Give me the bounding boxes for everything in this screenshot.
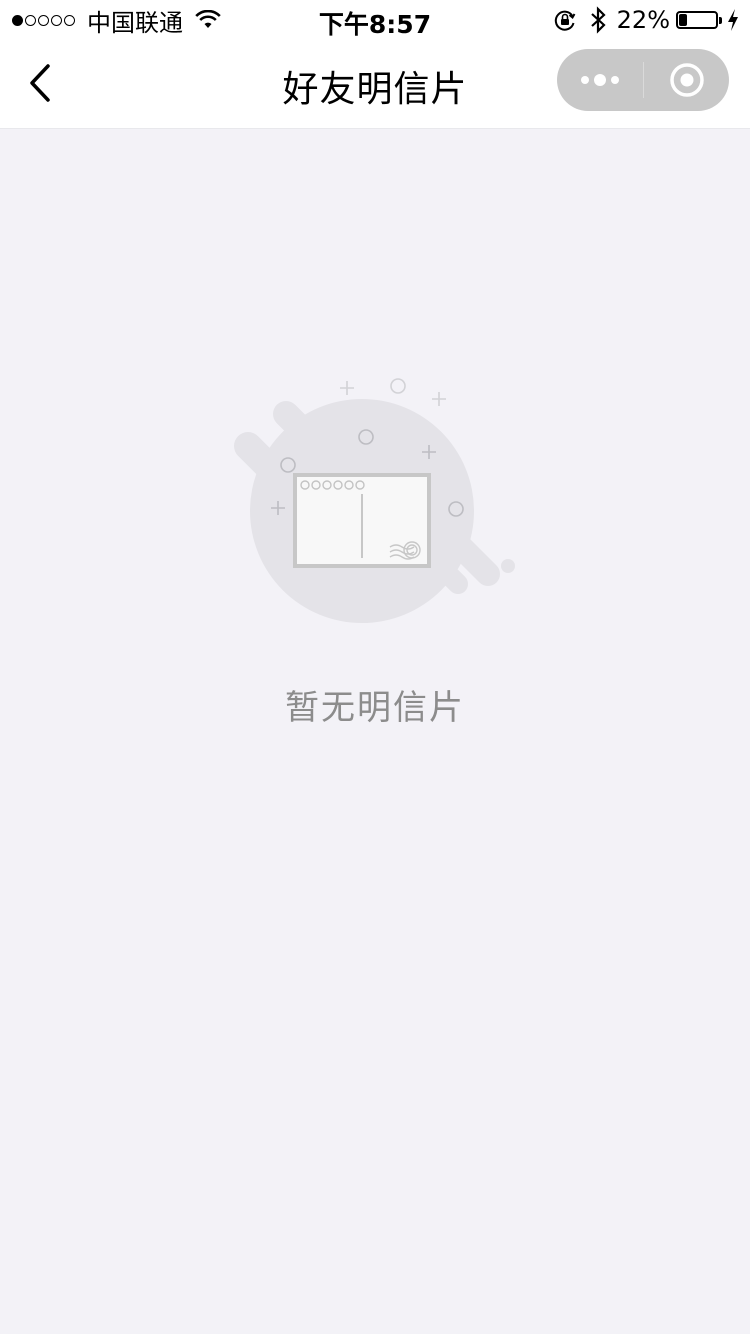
battery-percent: 22% [616, 6, 670, 34]
status-right: 22% [553, 6, 740, 34]
mini-program-capsule [557, 49, 729, 111]
nav-bar: 好友明信片 [0, 40, 750, 129]
battery-icon [676, 11, 722, 29]
postcard-empty-icon [234, 378, 515, 623]
status-bar: 中国联通 下午8:57 22% [0, 0, 750, 40]
orientation-lock-icon [554, 10, 576, 31]
battery-fill [679, 14, 687, 26]
target-close-icon [669, 63, 704, 97]
more-dots-icon [581, 74, 619, 86]
empty-state-message: 暂无明信片 [285, 688, 465, 728]
more-menu-button[interactable] [557, 49, 643, 111]
bluetooth-icon [590, 6, 606, 34]
charging-bolt-icon [728, 9, 738, 31]
close-button[interactable] [644, 49, 729, 111]
